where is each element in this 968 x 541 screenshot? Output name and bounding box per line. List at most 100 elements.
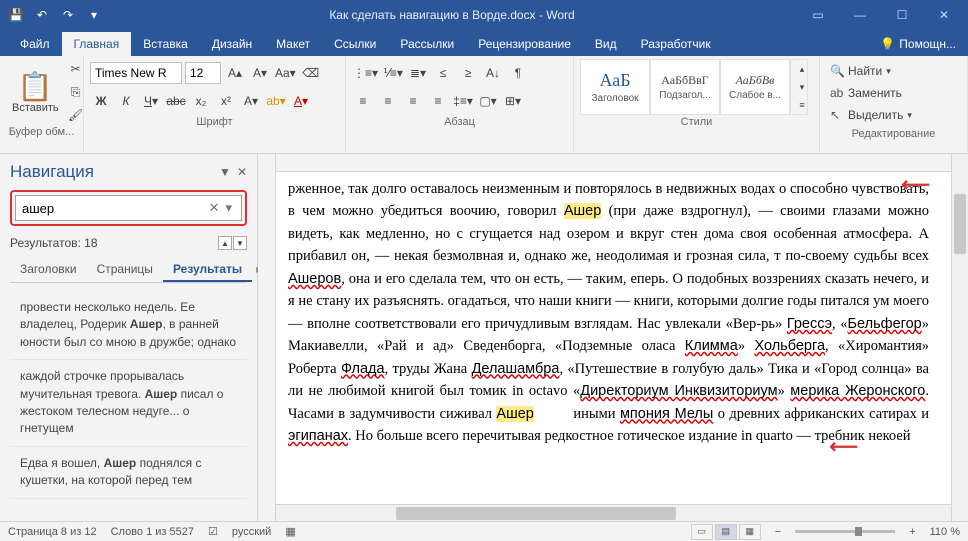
redo-button[interactable]: ↷ (56, 3, 80, 27)
bulb-icon: 💡 (880, 37, 895, 51)
find-button[interactable]: 🔍Найти▾ (830, 61, 957, 81)
nav-tabs: Заголовки Страницы Результаты ▸ (10, 258, 247, 283)
result-item[interactable]: каждой строчке прорывалась мучительная т… (10, 360, 247, 447)
style-subtle[interactable]: АаБбВвСлабое в... (720, 59, 790, 115)
nav-tab-headings[interactable]: Заголовки (10, 258, 87, 282)
justify-button[interactable]: ≡ (427, 90, 449, 112)
tab-mailings[interactable]: Рассылки (388, 32, 466, 56)
tab-layout[interactable]: Макет (264, 32, 322, 56)
font-size-input[interactable] (185, 62, 221, 84)
show-marks-button[interactable]: ¶ (507, 62, 529, 84)
tab-file[interactable]: Файл (8, 32, 62, 56)
status-language[interactable]: русский (232, 526, 271, 538)
zoom-in-button[interactable]: + (909, 526, 915, 538)
next-result-button[interactable]: ▼ (233, 236, 247, 250)
superscript-button[interactable]: x² (215, 90, 237, 112)
status-bar: Страница 8 из 12 Слово 1 из 5527 ☑ русск… (0, 521, 968, 541)
line-spacing-button[interactable]: ‡≡▾ (452, 90, 474, 112)
qat-customize-button[interactable]: ▾ (82, 3, 106, 27)
align-right-button[interactable]: ≡ (402, 90, 424, 112)
styles-next-button[interactable]: ▾ (791, 78, 813, 96)
borders-button[interactable]: ⊞▾ (502, 90, 524, 112)
tab-home[interactable]: Главная (62, 32, 132, 56)
save-button[interactable]: 💾 (4, 3, 28, 27)
clear-format-button[interactable]: ⌫ (300, 62, 322, 84)
paste-button[interactable]: 📋 Вставить (6, 59, 65, 125)
tab-insert[interactable]: Вставка (131, 32, 200, 56)
highlight-button[interactable]: ab▾ (265, 90, 287, 112)
zoom-out-button[interactable]: − (775, 526, 781, 538)
horizontal-scrollbar[interactable] (276, 504, 951, 521)
change-case-button[interactable]: Aa▾ (274, 62, 297, 84)
font-name-input[interactable] (90, 62, 182, 84)
nav-tab-pages[interactable]: Страницы (87, 258, 163, 282)
zoom-slider[interactable] (795, 530, 895, 533)
numbering-button[interactable]: ⅟≡▾ (382, 62, 404, 84)
bullets-button[interactable]: ⋮≡▾ (352, 62, 379, 84)
zoom-level[interactable]: 110 % (930, 526, 960, 538)
multilevel-button[interactable]: ≣▾ (407, 62, 429, 84)
annotation-arrow: ⟵ (901, 172, 930, 197)
nav-tab-results[interactable]: Результаты (163, 258, 252, 282)
align-left-button[interactable]: ≡ (352, 90, 374, 112)
sort-button[interactable]: A↓ (482, 62, 504, 84)
view-print-button[interactable]: ▤ (715, 524, 737, 540)
text-effects-button[interactable]: A▾ (240, 90, 262, 112)
strike-button[interactable]: abc (165, 90, 187, 112)
increase-indent-button[interactable]: ≥ (457, 62, 479, 84)
minimize-button[interactable]: ― (840, 1, 880, 29)
grow-font-button[interactable]: A▴ (224, 62, 246, 84)
underline-button[interactable]: Ч▾ (140, 90, 162, 112)
search-input[interactable] (22, 201, 206, 216)
vertical-scrollbar[interactable] (951, 154, 968, 521)
vertical-ruler[interactable] (258, 154, 276, 521)
tab-view[interactable]: Вид (583, 32, 629, 56)
nav-close-button[interactable]: ✕ (237, 165, 247, 179)
font-color-button[interactable]: A▾ (290, 90, 312, 112)
tab-review[interactable]: Рецензирование (466, 32, 583, 56)
select-button[interactable]: ↖Выделить▾ (830, 105, 957, 125)
subscript-button[interactable]: x₂ (190, 90, 212, 112)
zoom-handle[interactable] (855, 527, 862, 536)
status-words[interactable]: Слово 1 из 5527 (111, 526, 194, 538)
replace-button[interactable]: abЗаменить (830, 83, 957, 103)
scroll-thumb[interactable] (396, 507, 676, 520)
bold-button[interactable]: Ж (90, 90, 112, 112)
maximize-button[interactable]: ☐ (882, 1, 922, 29)
styles-prev-button[interactable]: ▴ (791, 60, 813, 78)
search-menu-button[interactable]: ▾ (222, 200, 235, 216)
decrease-indent-button[interactable]: ≤ (432, 62, 454, 84)
style-heading[interactable]: АаБЗаголовок (580, 59, 650, 115)
align-center-button[interactable]: ≡ (377, 90, 399, 112)
search-box: ✕ ▾ (15, 195, 242, 221)
navigation-pane: Навигация ▼ ✕ ✕ ▾ Результатов: 18 ▲ ▼ За… (0, 154, 258, 521)
shrink-font-button[interactable]: A▾ (249, 62, 271, 84)
horizontal-ruler[interactable] (276, 154, 951, 172)
italic-button[interactable]: К (115, 90, 137, 112)
ribbon-options-button[interactable]: ▭ (798, 1, 838, 29)
shading-button[interactable]: ▢▾ (477, 90, 499, 112)
group-font: A▴ A▾ Aa▾ ⌫ Ж К Ч▾ abc x₂ x² A▾ ab▾ A▾ Ш… (84, 56, 346, 153)
styles-more-button[interactable]: ≡ (791, 96, 813, 114)
result-item[interactable]: Едва я вошел, Ашер поднялся с кушетки, н… (10, 447, 247, 499)
view-web-button[interactable]: ▦ (739, 524, 761, 540)
status-macro-icon[interactable]: ▦ (285, 525, 295, 538)
tell-me-button[interactable]: 💡Помощн... (868, 32, 968, 56)
status-proofing-icon[interactable]: ☑ (208, 525, 218, 538)
scroll-thumb[interactable] (954, 194, 966, 254)
annotation-arrow: ⟵ (829, 434, 858, 459)
status-page[interactable]: Страница 8 из 12 (8, 526, 97, 538)
prev-result-button[interactable]: ▲ (218, 236, 232, 250)
group-paragraph: ⋮≡▾ ⅟≡▾ ≣▾ ≤ ≥ A↓ ¶ ≡ ≡ ≡ ≡ ‡≡▾ ▢▾ ⊞▾ Аб… (346, 56, 574, 153)
undo-button[interactable]: ↶ (30, 3, 54, 27)
close-button[interactable]: ✕ (924, 1, 964, 29)
nav-menu-button[interactable]: ▼ (219, 165, 231, 179)
tab-references[interactable]: Ссылки (322, 32, 388, 56)
group-label: Абзац (352, 115, 567, 133)
tab-design[interactable]: Дизайн (200, 32, 264, 56)
result-item[interactable]: провести несколько недель. Ее владелец, … (10, 291, 247, 360)
style-subheading[interactable]: АаБбВвГПодзагол... (650, 59, 720, 115)
search-clear-button[interactable]: ✕ (206, 200, 223, 216)
tab-developer[interactable]: Разработчик (629, 32, 723, 56)
view-read-button[interactable]: ▭ (691, 524, 713, 540)
